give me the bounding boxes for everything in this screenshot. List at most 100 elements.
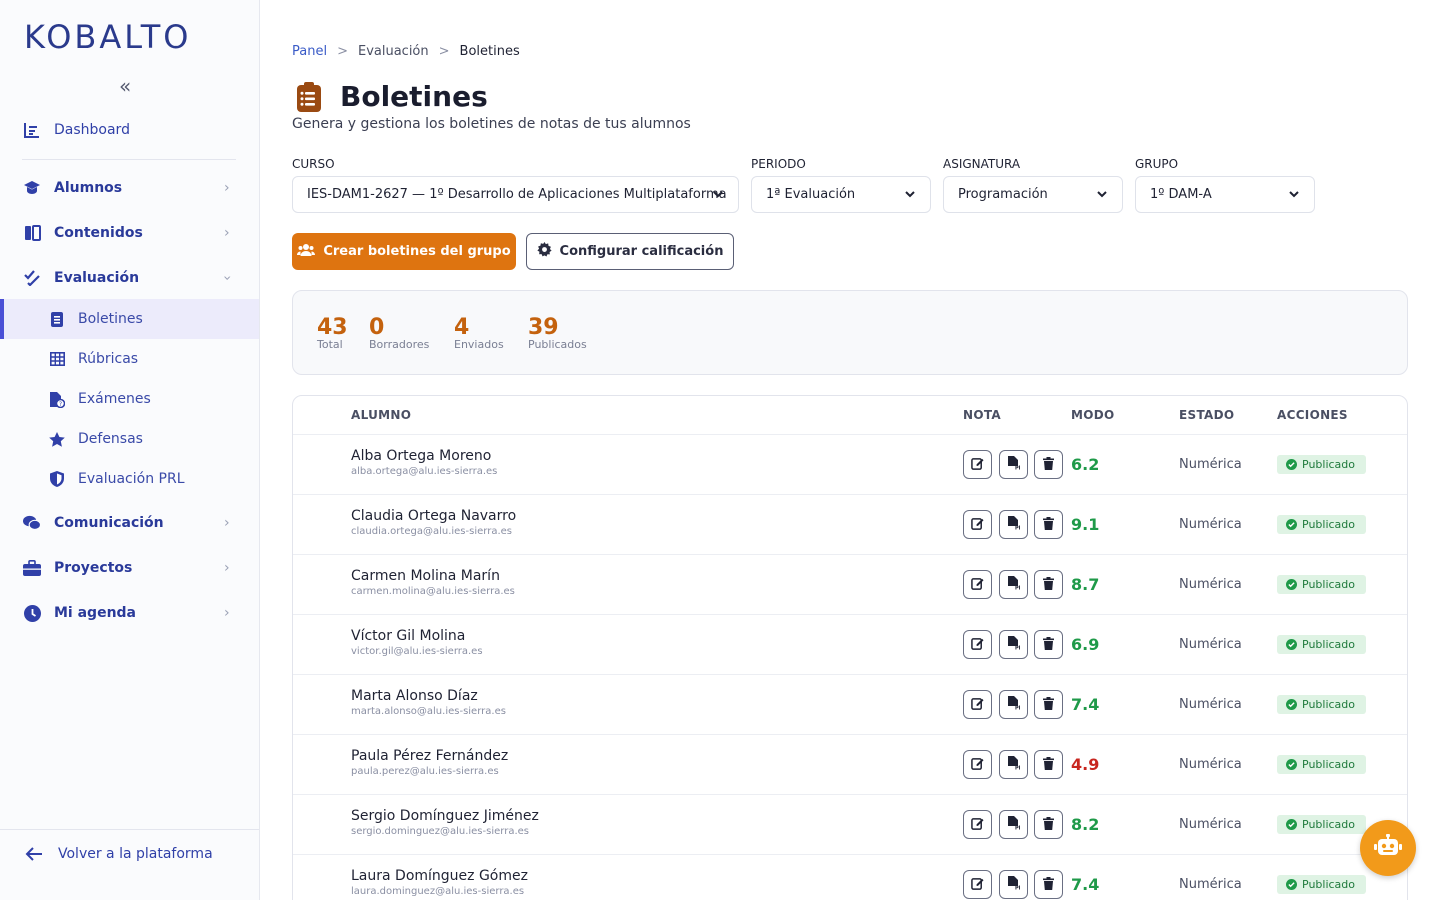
edit-button[interactable] [963, 750, 992, 779]
sidebar-item-alumnos[interactable]: Alumnos › [0, 168, 259, 208]
stat-label: Borradores [369, 338, 430, 351]
chevron-right-icon: › [224, 515, 230, 531]
sidebar-item-contenidos[interactable]: Contenidos › [0, 213, 259, 253]
sidebar-item-label: Evaluación PRL [78, 471, 185, 487]
delete-button[interactable] [1034, 750, 1063, 779]
delete-button[interactable] [1034, 810, 1063, 839]
sidebar-item-label: Alumnos [54, 180, 123, 196]
column-header-nota[interactable]: NOTA [963, 408, 1001, 422]
sidebar-item-label: Exámenes [78, 391, 151, 407]
download-pdf-button[interactable]: PDF [999, 750, 1028, 779]
trash-icon [1043, 755, 1054, 774]
sidebar-subitem-evaluacion-prl[interactable]: Evaluación PRL [0, 459, 259, 499]
column-header-modo[interactable]: MODO [1071, 408, 1115, 422]
download-pdf-button[interactable]: PDF [999, 510, 1028, 539]
robot-icon [1374, 833, 1402, 862]
back-label: Volver a la plataforma [58, 846, 213, 862]
stat-label: Publicados [528, 338, 587, 351]
breadcrumb-evaluacion[interactable]: Evaluación [358, 44, 429, 59]
breadcrumb-current: Boletines [459, 44, 520, 59]
student-name: Marta Alonso Díaz [351, 688, 478, 704]
table-row[interactable]: Claudia Ortega Navarro claudia.ortega@alu… [293, 494, 1407, 554]
periodo-select[interactable]: 1ª Evaluación [751, 176, 931, 213]
edit-button[interactable] [963, 510, 992, 539]
grupo-select[interactable]: 1º DAM-A [1135, 176, 1315, 213]
check-circle-icon [1286, 639, 1297, 650]
student-name: Carmen Molina Marín [351, 568, 500, 584]
curso-label: CURSO [292, 157, 335, 171]
sidebar-item-mi-agenda[interactable]: Mi agenda › [0, 593, 259, 633]
delete-button[interactable] [1034, 870, 1063, 899]
download-pdf-button[interactable]: PDF [999, 570, 1028, 599]
edit-icon [971, 575, 984, 594]
sidebar-item-label: Defensas [78, 431, 143, 447]
sidebar-item-evaluacion[interactable]: Evaluación › [0, 258, 259, 298]
column-header-acciones: ACCIONES [1277, 408, 1348, 422]
stats-panel: 43 Total 0 Borradores 4 Enviados 39 Publ… [292, 290, 1408, 375]
edit-button[interactable] [963, 450, 992, 479]
collapse-sidebar-button[interactable]: « [119, 74, 131, 98]
column-header-estado[interactable]: ESTADO [1179, 408, 1234, 422]
back-to-platform-link[interactable]: Volver a la plataforma [0, 829, 259, 900]
edit-button[interactable] [963, 570, 992, 599]
asignatura-select[interactable]: Programación [943, 176, 1123, 213]
table-row[interactable]: Carmen Molina Marín carmen.molina@alu.ies… [293, 554, 1407, 614]
edit-button[interactable] [963, 870, 992, 899]
edit-button[interactable] [963, 810, 992, 839]
edit-button[interactable] [963, 630, 992, 659]
status-label: Publicado [1302, 698, 1356, 711]
curso-select[interactable]: IES-DAM1-2627 — 1º Desarrollo de Aplicac… [292, 176, 739, 213]
check-circle-icon [1286, 819, 1297, 830]
edit-button[interactable] [963, 690, 992, 719]
chevron-right-icon: › [224, 225, 230, 241]
grading-mode: Numérica [1179, 637, 1242, 652]
sidebar-item-dashboard[interactable]: Dashboard [0, 110, 259, 150]
download-pdf-button[interactable]: PDF [999, 450, 1028, 479]
table-row[interactable]: Laura Domínguez Gómez laura.dominguez@alu… [293, 854, 1407, 900]
table-row[interactable]: Alba Ortega Moreno alba.ortega@alu.ies-si… [293, 434, 1407, 494]
brand-logo[interactable]: KOBALTO [24, 18, 191, 56]
pdf-icon: PDF [1007, 755, 1026, 774]
sidebar-item-label: Boletines [78, 311, 143, 327]
sidebar-subitem-examenes[interactable]: ? Exámenes [0, 379, 259, 419]
status-label: Publicado [1302, 818, 1356, 831]
sidebar-subitem-boletines[interactable]: Boletines [0, 299, 259, 339]
status-badge: Publicado [1277, 635, 1366, 654]
grading-mode: Numérica [1179, 877, 1242, 892]
trash-icon [1043, 515, 1054, 534]
delete-button[interactable] [1034, 690, 1063, 719]
status-badge: Publicado [1277, 875, 1366, 894]
delete-button[interactable] [1034, 450, 1063, 479]
grading-mode: Numérica [1179, 517, 1242, 532]
sidebar-item-proyectos[interactable]: Proyectos › [0, 548, 259, 588]
download-pdf-button[interactable]: PDF [999, 810, 1028, 839]
create-bulletins-button[interactable]: Crear boletines del grupo [292, 233, 516, 270]
download-pdf-button[interactable]: PDF [999, 630, 1028, 659]
pdf-icon: PDF [1007, 815, 1026, 834]
sidebar-subitem-defensas[interactable]: Defensas [0, 419, 259, 459]
delete-button[interactable] [1034, 630, 1063, 659]
sidebar-subitem-rubricas[interactable]: Rúbricas [0, 339, 259, 379]
delete-button[interactable] [1034, 510, 1063, 539]
table-row[interactable]: Sergio Domínguez Jiménez sergio.dominguez… [293, 794, 1407, 854]
sidebar-item-comunicacion[interactable]: Comunicación › [0, 503, 259, 543]
status-label: Publicado [1302, 878, 1356, 891]
delete-button[interactable] [1034, 570, 1063, 599]
table-row[interactable]: Víctor Gil Molina victor.gil@alu.ies-sier… [293, 614, 1407, 674]
svg-text:PDF: PDF [1015, 766, 1020, 771]
student-email: claudia.ortega@alu.ies-sierra.es [351, 526, 512, 537]
users-icon [297, 243, 316, 261]
check-circle-icon [1286, 699, 1297, 710]
grade-value: 7.4 [1071, 695, 1100, 714]
configure-grading-button[interactable]: Configurar calificación [526, 233, 734, 270]
table-row[interactable]: Paula Pérez Fernández paula.perez@alu.ies… [293, 734, 1407, 794]
download-pdf-button[interactable]: PDF [999, 870, 1028, 899]
download-pdf-button[interactable]: PDF [999, 690, 1028, 719]
assistant-fab-button[interactable] [1360, 820, 1416, 876]
sidebar-divider [22, 159, 236, 160]
status-badge: Publicado [1277, 575, 1366, 594]
breadcrumb-panel[interactable]: Panel [292, 44, 327, 59]
table-row[interactable]: Marta Alonso Díaz marta.alonso@alu.ies-si… [293, 674, 1407, 734]
column-header-alumno[interactable]: ALUMNO [351, 408, 411, 422]
sidebar-item-label: Rúbricas [78, 351, 139, 367]
